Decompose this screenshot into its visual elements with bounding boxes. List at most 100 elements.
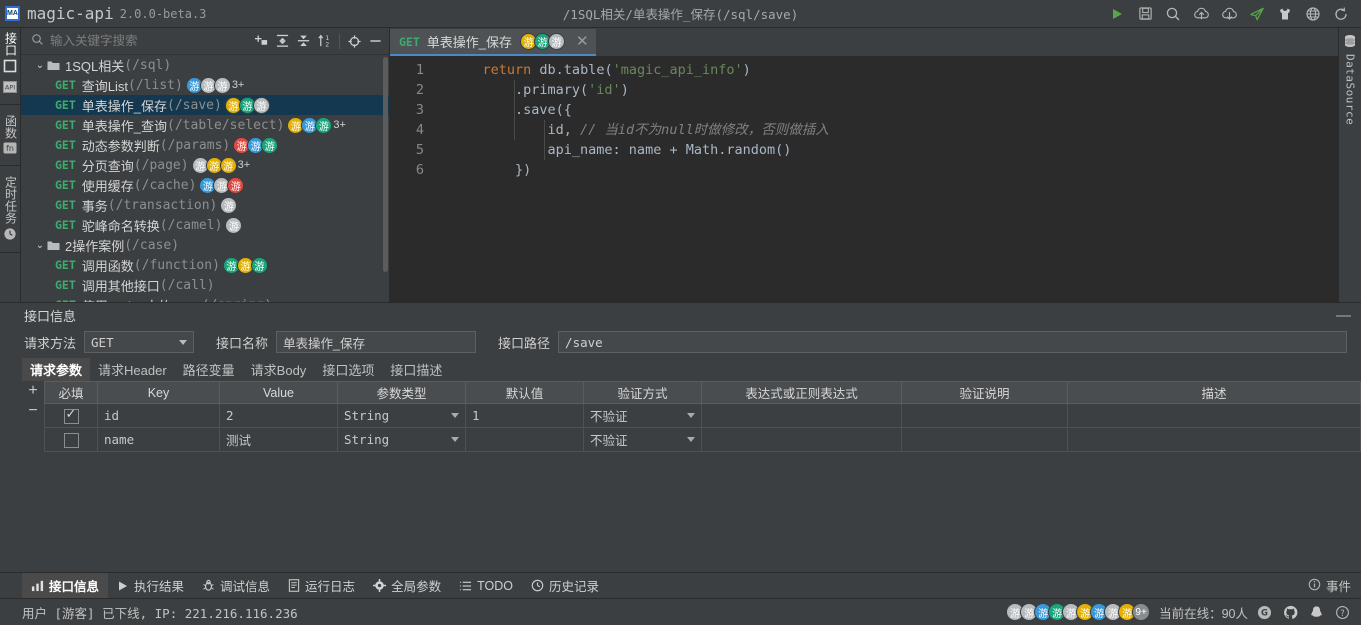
github-icon[interactable] — [1281, 603, 1300, 622]
refresh-icon[interactable] — [1329, 3, 1353, 25]
user-avatar[interactable]: 游 — [219, 156, 237, 174]
api-name-input[interactable]: 单表操作_保存 — [276, 331, 477, 353]
tree-api-row[interactable]: GET 动态参数判断 (/params) 游游游 — [21, 135, 389, 155]
sort-icon[interactable]: 12 — [314, 30, 335, 52]
expand-all-icon[interactable] — [272, 30, 293, 52]
code-area[interactable]: 1 2 3 4 5 6 return db.table('magic_api_info')… — [390, 56, 1338, 302]
theme-icon[interactable] — [1273, 3, 1297, 25]
value-cell[interactable]: 测试 — [219, 427, 338, 452]
default-cell[interactable] — [465, 427, 584, 452]
table-column-header[interactable]: Key — [97, 381, 220, 404]
tree-api-row[interactable]: GET 查询List (/list) 游游游 3+ — [21, 75, 389, 95]
required-checkbox[interactable] — [63, 407, 79, 424]
help-icon[interactable]: ? — [1333, 603, 1352, 622]
online-user-avatars[interactable]: 游游游游游游游游游 9+ — [1006, 603, 1151, 621]
tool-tab-log[interactable]: 运行日志 — [279, 573, 364, 598]
api-tree[interactable]: ⌄ 1SQL相关 (/sql) GET 查询List (/list) 游游游 3+ GET 单表操… — [21, 54, 389, 302]
tree-api-row[interactable]: GET 调用函数 (/function) 游游游 — [21, 255, 389, 275]
locate-icon[interactable] — [344, 30, 365, 52]
add-folder-icon[interactable] — [251, 30, 272, 52]
table-column-header[interactable]: 默认值 — [465, 381, 584, 404]
code-content[interactable]: return db.table('magic_api_info') .prima… — [432, 60, 1338, 302]
default-cell[interactable]: 1 — [465, 403, 584, 428]
param-subtab[interactable]: 请求参数 — [22, 357, 91, 381]
rail-label-schedule[interactable]: 定时任务 — [4, 176, 18, 224]
user-avatar[interactable]: 游 — [220, 196, 238, 214]
tree-api-row[interactable]: GET 分页查询 (/page) 游游游 3+ — [21, 155, 389, 175]
chevron-down-icon[interactable]: ⌄ — [33, 240, 47, 251]
validate-desc-cell[interactable] — [901, 427, 1068, 452]
rail-label-datasource[interactable]: DataSource — [1344, 54, 1357, 125]
tree-api-row[interactable]: GET 事务 (/transaction) 游 — [21, 195, 389, 215]
description-cell[interactable] — [1067, 403, 1361, 428]
api-path-input[interactable]: /save — [558, 331, 1347, 353]
tool-tab-result[interactable]: 执行结果 — [108, 573, 193, 598]
user-avatar[interactable]: 游 — [250, 256, 268, 274]
collapse-all-icon[interactable] — [293, 30, 314, 52]
tree-api-row[interactable]: GET 单表操作_保存 (/save) 游游游 — [21, 95, 389, 115]
user-avatar[interactable]: 游 — [261, 136, 279, 154]
user-avatar[interactable]: 游 — [548, 33, 566, 50]
minimize-icon[interactable]: — — [1336, 308, 1351, 323]
param-subtab[interactable]: 请求Header — [90, 358, 175, 381]
rail-item-function[interactable]: 函数 fn — [3, 111, 18, 159]
tree-folder-row[interactable]: ⌄ 2操作案例 (/case) — [21, 235, 389, 255]
table-row[interactable]: id2 String 1 不验证 — [44, 403, 1361, 428]
required-checkbox[interactable] — [63, 432, 79, 448]
table-column-header[interactable]: 验证说明 — [901, 381, 1068, 404]
editor-tab[interactable]: GET 单表操作_保存 游游游 ✕ — [390, 29, 596, 56]
validate-select-cell[interactable]: 不验证 — [583, 403, 702, 428]
minimize-icon[interactable] — [365, 30, 386, 52]
gitee-icon[interactable]: G — [1255, 603, 1274, 622]
table-column-header[interactable]: 参数类型 — [337, 381, 466, 404]
run-icon[interactable] — [1105, 3, 1129, 25]
language-icon[interactable] — [1301, 3, 1325, 25]
tool-tab-history[interactable]: 历史记录 — [522, 573, 608, 598]
param-subtab[interactable]: 路径变量 — [175, 358, 243, 381]
upload-icon[interactable] — [1189, 3, 1213, 25]
tree-folder-row[interactable]: ⌄ 1SQL相关 (/sql) — [21, 55, 389, 75]
rail-label-api[interactable]: 接口 — [4, 32, 18, 56]
tool-tab-global-params[interactable]: 全局参数 — [364, 573, 450, 598]
avatar-overflow-count[interactable]: 9+ — [1132, 603, 1151, 621]
rail-item-schedule[interactable]: 定时任务 — [3, 172, 18, 246]
validate-select-cell[interactable]: 不验证 — [583, 427, 702, 452]
tree-api-row[interactable]: GET 单表操作_查询 (/table/select) 游游游 3+ — [21, 115, 389, 135]
table-row[interactable]: name 测试 String 不验证 — [44, 427, 1361, 452]
value-cell[interactable]: 2 — [219, 403, 338, 428]
tool-tab-todo[interactable]: TODO — [450, 576, 522, 596]
user-avatar[interactable]: 游 — [213, 76, 231, 94]
remove-row-button[interactable]: − — [28, 403, 37, 419]
tree-scrollbar[interactable] — [383, 57, 388, 272]
rail-item-api[interactable]: 接口 API — [3, 28, 18, 98]
expression-cell[interactable] — [701, 403, 902, 428]
chevron-down-icon[interactable]: ⌄ — [33, 60, 47, 71]
table-column-header[interactable]: 验证方式 — [583, 381, 702, 404]
user-avatar[interactable]: 游 — [227, 176, 245, 194]
send-icon[interactable] — [1245, 3, 1269, 25]
save-icon[interactable] — [1133, 3, 1157, 25]
param-subtab[interactable]: 接口选项 — [314, 358, 382, 381]
tree-api-row[interactable]: GET 调用其他接口 (/call) — [21, 275, 389, 295]
close-icon[interactable]: ✕ — [576, 34, 589, 49]
search-input[interactable] — [50, 34, 251, 48]
qq-icon[interactable] — [1307, 603, 1326, 622]
type-select-cell[interactable]: String — [337, 427, 466, 452]
download-icon[interactable] — [1217, 3, 1241, 25]
tree-api-row[interactable]: GET 使用Spring中的Bean(/spring) — [21, 295, 389, 303]
table-column-header[interactable]: 描述 — [1067, 381, 1361, 404]
validate-desc-cell[interactable] — [901, 403, 1068, 428]
key-cell[interactable]: id — [97, 403, 220, 428]
table-column-header[interactable]: Value — [219, 381, 338, 404]
user-avatar[interactable]: 游 — [225, 216, 243, 234]
search-icon[interactable] — [1161, 3, 1185, 25]
user-avatar[interactable]: 游 — [252, 96, 270, 114]
table-column-header[interactable]: 表达式或正则表达式 — [701, 381, 902, 404]
param-subtab[interactable]: 接口描述 — [382, 358, 450, 381]
tree-api-row[interactable]: GET 驼峰命名转换 (/camel) 游 — [21, 215, 389, 235]
expression-cell[interactable] — [701, 427, 902, 452]
type-select-cell[interactable]: String — [337, 403, 466, 428]
description-cell[interactable] — [1067, 427, 1361, 452]
key-cell[interactable]: name — [97, 427, 220, 452]
search-box[interactable] — [24, 30, 251, 52]
